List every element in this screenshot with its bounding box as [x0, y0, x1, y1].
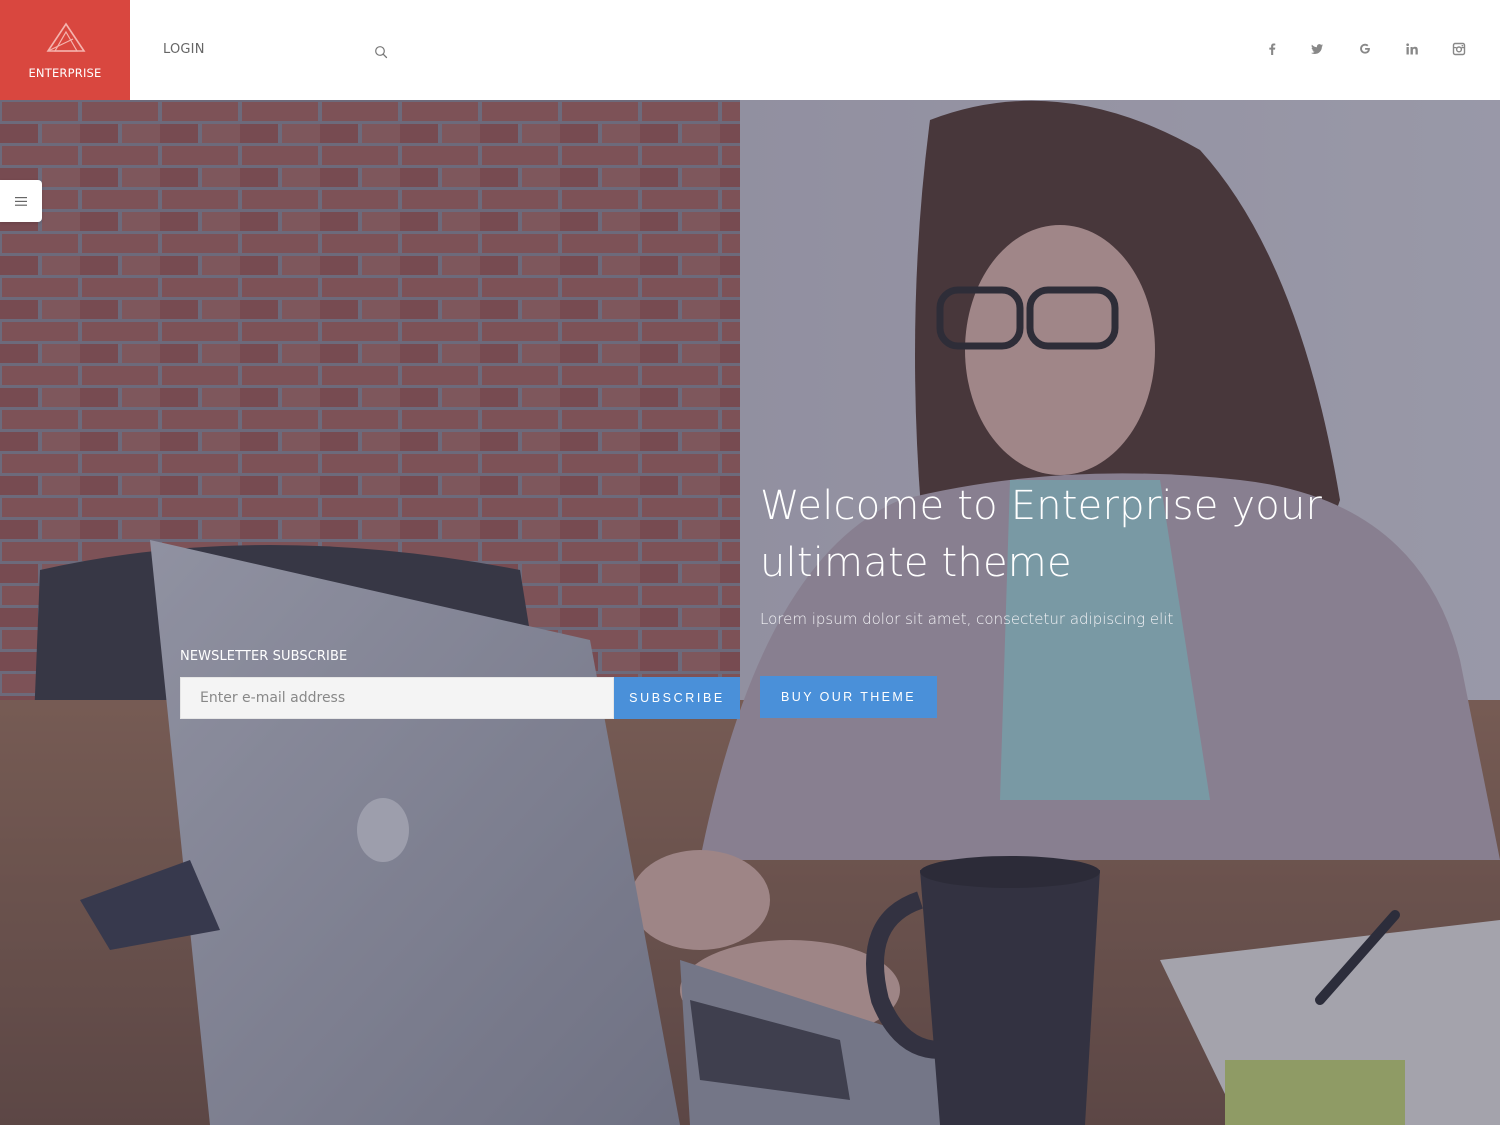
facebook-icon[interactable] — [1263, 40, 1281, 58]
subscribe-button[interactable]: SUBSCRIBE — [614, 677, 740, 719]
hamburger-menu-icon[interactable] — [0, 180, 42, 222]
google-icon[interactable] — [1356, 40, 1374, 58]
instagram-icon[interactable] — [1450, 40, 1468, 58]
login-link[interactable]: LOGIN — [163, 42, 205, 57]
brand-logo[interactable]: ENTERPRISE — [0, 0, 130, 100]
search-icon[interactable] — [373, 44, 389, 60]
hero-section — [0, 100, 1500, 1125]
hero-title: Welcome to Enterprise your ultimate them… — [760, 483, 1323, 586]
brand-name: ENTERPRISE — [28, 66, 102, 80]
hero-overlay — [0, 100, 1500, 1125]
buy-theme-button[interactable]: BUY OUR THEME — [760, 676, 937, 718]
email-field[interactable] — [180, 677, 614, 719]
hero-subtitle: Lorem ipsum dolor sit amet, consectetur … — [760, 610, 1174, 628]
twitter-icon[interactable] — [1308, 40, 1326, 58]
newsletter-label: NEWSLETTER SUBSCRIBE — [180, 649, 348, 664]
logo-triangle-icon — [46, 22, 86, 52]
site-header: ENTERPRISE LOGIN — [0, 0, 1500, 100]
linkedin-icon[interactable] — [1403, 40, 1421, 58]
